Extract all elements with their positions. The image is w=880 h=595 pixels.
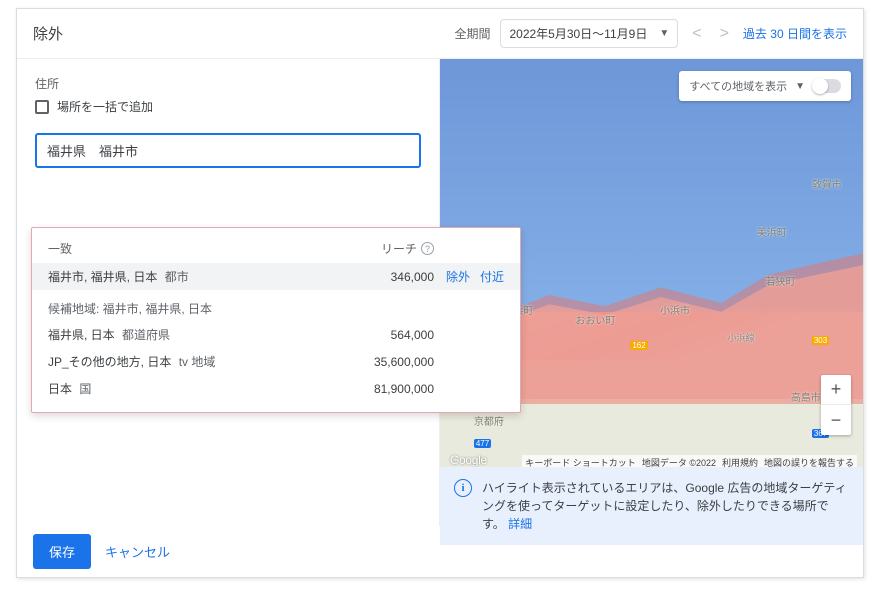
map-place-label: 高島市 [791, 389, 821, 404]
period-label: 全期間 [454, 25, 490, 42]
help-icon[interactable]: ? [421, 242, 434, 255]
chevron-down-icon: ▼ [795, 81, 805, 92]
page-title: 除外 [33, 23, 63, 44]
address-label: 住所 [35, 75, 421, 92]
map-route-badge: 477 [474, 439, 491, 448]
show-all-regions-toggle[interactable] [813, 79, 841, 93]
cancel-button[interactable]: キャンセル [105, 542, 170, 561]
suggestion-row[interactable]: 福井県, 日本 都道府県 564,000 [32, 321, 520, 348]
suggestion-row[interactable]: 福井市, 福井県, 日本 都市 346,000 除外 付近 [32, 263, 520, 290]
map-route-badge: 162 [630, 341, 647, 350]
bulk-add-checkbox[interactable] [35, 100, 49, 114]
suggestion-reach: 81,900,000 [344, 382, 434, 396]
map-place-label: 若狭町 [765, 273, 795, 288]
nearby-button[interactable]: 付近 [480, 268, 504, 285]
show-past-days-link[interactable]: 過去 30 日間を表示 [743, 25, 847, 42]
suggestion-name: JP_その他の地方, 日本 tv 地域 [48, 353, 344, 370]
suggestion-name: 福井県, 日本 都道府県 [48, 326, 344, 343]
bulk-add-label: 場所を一括で追加 [57, 98, 153, 115]
suggestion-row[interactable]: JP_その他の地方, 日本 tv 地域 35,600,000 [32, 348, 520, 375]
candidate-regions-label: 候補地域: 福井市, 福井県, 日本 [32, 290, 520, 321]
chevron-down-icon: ▼ [659, 28, 669, 39]
exclude-button[interactable]: 除外 [446, 268, 470, 285]
map-place-label: おおい町 [575, 312, 615, 327]
info-text: ハイライト表示されているエリアは、Google 広告の地域ターゲティングを使って… [482, 479, 849, 533]
map-place-label: 京都府 [474, 413, 504, 428]
google-logo: Google [450, 453, 487, 467]
suggestion-name: 福井市, 福井県, 日本 都市 [48, 268, 344, 285]
suggestion-reach: 35,600,000 [344, 355, 434, 369]
show-all-regions-label: すべての地域を表示 [689, 78, 787, 94]
map-place-label: 小浜市 [660, 302, 690, 317]
match-column-label: 一致 [48, 240, 72, 257]
info-icon: i [454, 479, 472, 497]
suggestion-reach: 346,000 [344, 270, 434, 284]
save-button[interactable]: 保存 [33, 534, 91, 569]
next-period-button[interactable]: > [716, 25, 733, 43]
zoom-out-button[interactable]: − [821, 405, 851, 435]
zoom-in-button[interactable]: + [821, 375, 851, 405]
map-route-badge: 303 [812, 336, 829, 345]
date-range-dropdown[interactable]: 2022年5月30日～11月9日 ▼ [500, 19, 678, 48]
reach-column-label: リーチ [381, 240, 417, 257]
location-search-input[interactable] [35, 133, 421, 168]
info-details-link[interactable]: 詳細 [508, 517, 532, 531]
map-place-label: 敦賀市 [812, 176, 842, 191]
prev-period-button[interactable]: < [688, 25, 705, 43]
date-range-value: 2022年5月30日～11月9日 [509, 25, 647, 42]
suggestion-name: 日本 国 [48, 380, 344, 397]
suggestion-row[interactable]: 日本 国 81,900,000 [32, 375, 520, 402]
suggestions-dropdown: 一致 リーチ ? 福井市, 福井県, 日本 都市 346,000 除外 付近 [31, 227, 521, 413]
map-route-label: 小浜線 [728, 331, 755, 344]
map-place-label: 美浜町 [757, 224, 787, 239]
suggestion-reach: 564,000 [344, 328, 434, 342]
